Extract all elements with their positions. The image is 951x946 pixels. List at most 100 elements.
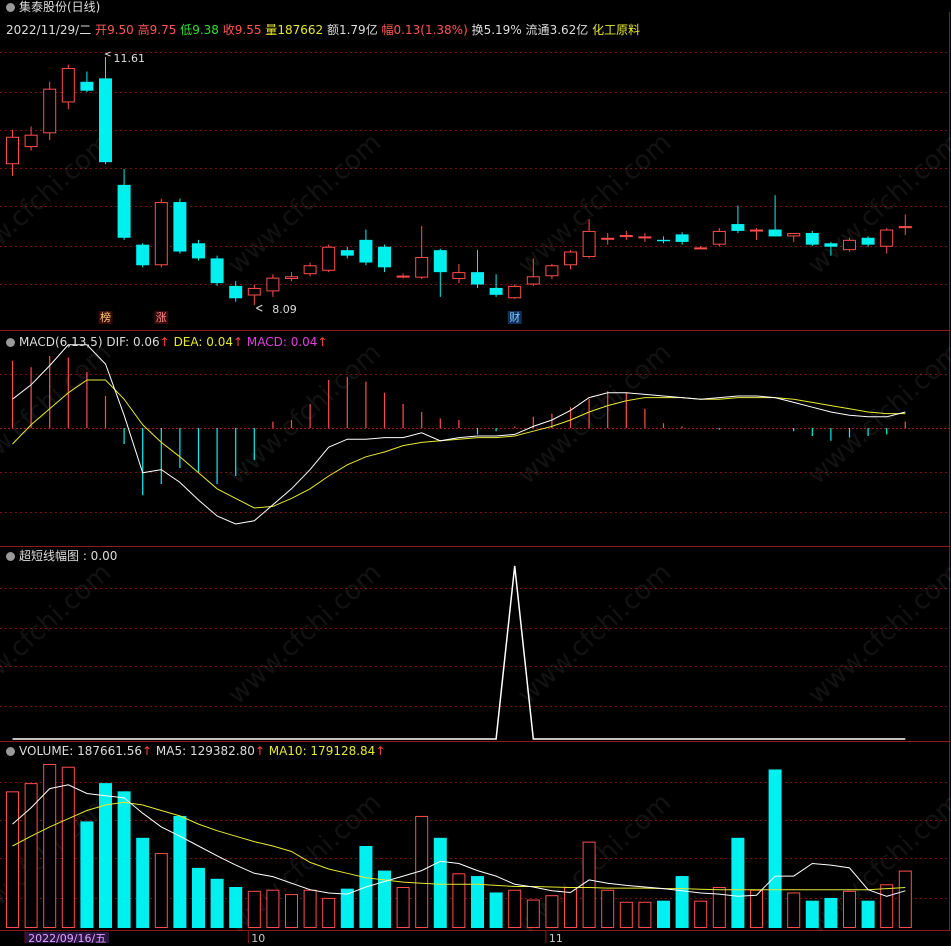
candle-body <box>638 236 652 239</box>
candle <box>396 273 410 279</box>
candle-body <box>154 202 168 266</box>
candle <box>136 243 150 268</box>
watermark-text: www.cfchi.com <box>0 338 117 491</box>
min-arrow-icon <box>256 304 263 312</box>
candle <box>415 226 429 280</box>
low-value: 9.38 <box>192 23 219 37</box>
candle-body <box>285 276 298 280</box>
candle <box>303 262 317 277</box>
volume-bar <box>229 887 243 928</box>
event-mark-label: 财 <box>509 310 520 324</box>
candle-body <box>861 237 875 245</box>
x-axis-bg <box>0 931 951 943</box>
candle-body <box>173 202 187 252</box>
macd-value: MACD: 0.04 <box>246 335 318 349</box>
event-mark-label: 涨 <box>156 311 167 324</box>
volume-bar <box>638 901 652 929</box>
candle <box>61 64 75 110</box>
volume-bar <box>675 876 689 928</box>
top-title-bar: 集泰股份(日线) <box>6 0 100 14</box>
candle <box>117 169 131 240</box>
candle-body <box>601 237 615 240</box>
volume-up-arrow-icon: ↑ <box>142 744 153 758</box>
volume-bar <box>657 900 670 928</box>
volume-bar <box>80 821 94 928</box>
macd-toggle-icon[interactable] <box>6 338 15 347</box>
candle <box>861 236 875 247</box>
volume-bar <box>601 889 615 929</box>
vol-value: 187662 <box>277 23 324 37</box>
volume-bar <box>508 889 522 929</box>
volume-bar <box>117 791 131 928</box>
volume-bar <box>154 853 168 929</box>
candle-body <box>117 184 131 238</box>
candle-body <box>768 229 782 237</box>
candle <box>80 71 94 93</box>
candle <box>340 246 354 259</box>
panel-toggle-icon[interactable] <box>6 3 15 12</box>
high-label: 高 <box>137 23 150 37</box>
stock-title: 集泰股份(日线) <box>19 0 101 14</box>
open-value: 9.50 <box>107 23 134 37</box>
candle <box>675 232 689 245</box>
volume-bar <box>731 837 745 928</box>
candle-body <box>824 243 838 247</box>
candle <box>6 129 19 176</box>
macd-up-arrow-icon: ↑ <box>317 335 328 349</box>
ultra-toggle-icon[interactable] <box>6 552 15 561</box>
x-axis-label: 2022/09/16/五 <box>28 932 106 943</box>
candle <box>285 272 298 282</box>
volume-bar <box>545 895 559 929</box>
dea-value: DEA: 0.04 <box>173 335 233 349</box>
candle <box>433 248 447 297</box>
stock-chart[interactable]: www.cfchi.com www.cfchi.com www.cfchi.com w… <box>0 0 951 945</box>
volume-bar <box>452 873 466 928</box>
candle-body <box>582 230 596 258</box>
candle-body <box>396 275 410 278</box>
event-mark-label: 榜 <box>100 310 111 324</box>
candle <box>378 244 391 273</box>
float-value: 3.62亿 <box>549 23 589 37</box>
volume-bar <box>694 900 708 929</box>
candle-body <box>322 246 336 271</box>
volume-bar <box>768 769 782 928</box>
candle-body <box>24 134 38 148</box>
chg-label: 幅 <box>381 23 394 37</box>
volume-toggle-icon[interactable] <box>6 747 15 756</box>
candle-body <box>80 81 94 91</box>
candle-body <box>378 246 391 268</box>
volume-bar <box>210 878 224 928</box>
candle-body <box>489 287 503 295</box>
watermark-text: www.cfchi.com <box>512 338 677 491</box>
x-axis-label: 10 <box>251 932 265 943</box>
candle-body <box>452 272 466 280</box>
ultra-title: 超短线幅图 : 0.00 <box>19 549 118 563</box>
ma10-value: MA10: 179128.84 <box>268 744 376 758</box>
volume-bar <box>433 837 447 928</box>
candle-body <box>359 239 373 263</box>
ma5-value: MA5: 129382.80 <box>155 744 255 758</box>
volume-bar <box>396 887 410 928</box>
volume-bar <box>136 837 150 928</box>
volume-bar <box>898 870 912 928</box>
volume-bar <box>582 841 596 928</box>
volume-bar <box>61 766 75 928</box>
sector-label: 化工原料 <box>592 23 641 37</box>
macd-title: MACD(6,13,5) <box>19 335 103 349</box>
open-label: 开 <box>95 23 108 37</box>
close-label: 收 <box>222 23 235 37</box>
candle <box>564 250 577 270</box>
candle <box>805 230 819 247</box>
quote-bar: 2022/11/29/二 开9.50 高9.75 低9.38 收9.55 量18… <box>6 23 640 37</box>
volume-bar <box>843 890 856 928</box>
volume-bar <box>880 884 894 928</box>
ultra-line <box>12 565 906 740</box>
turn-label: 换 <box>471 23 484 37</box>
candle <box>489 274 503 297</box>
volume-bar <box>192 867 205 928</box>
quote-date: 2022/11/29/二 <box>6 23 92 37</box>
candle-body <box>526 276 540 285</box>
dea-line <box>12 379 906 509</box>
float-label: 流通 <box>525 23 550 37</box>
candle-body <box>247 287 261 296</box>
